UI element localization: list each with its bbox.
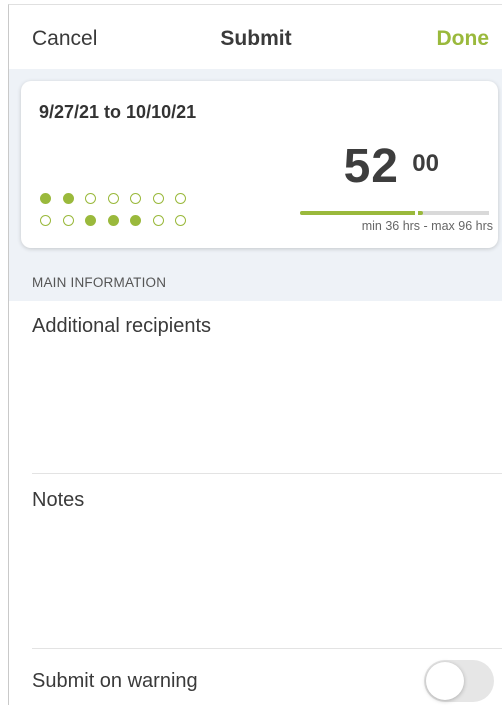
notes-field[interactable]: Notes: [32, 489, 84, 512]
hours-progress-fill: [300, 211, 423, 215]
divider: [32, 648, 502, 649]
day-dot-filled: [107, 215, 119, 226]
day-dot-empty: [152, 193, 164, 204]
page-title: Submit: [220, 27, 292, 50]
main-information-header: MAIN INFORMATION: [32, 275, 167, 290]
day-dot-filled: [130, 215, 141, 226]
week1-days: [40, 193, 186, 205]
day-dot-empty: [175, 215, 186, 226]
total-hours-decimal: 00: [412, 150, 439, 177]
day-dot-empty: [62, 215, 74, 226]
hours-progress-bar: [300, 211, 492, 215]
toggle-knob: [426, 662, 464, 700]
day-dot-empty: [130, 193, 141, 204]
day-dot-filled: [40, 193, 51, 204]
summary-section: 9/27/21 to 10/10/21 52 00 min 36 hrs - m…: [9, 69, 502, 301]
day-dot-empty: [85, 193, 96, 204]
max-hours-marker: [489, 211, 492, 215]
screen: Cancel Submit Done 9/27/21 to 10/10/21 5…: [8, 4, 502, 705]
submit-on-warning-label: Submit on warning: [32, 670, 198, 692]
date-range: 9/27/21 to 10/10/21: [39, 102, 197, 122]
done-button[interactable]: Done: [437, 27, 490, 51]
total-hours-whole: 52: [343, 140, 399, 193]
week2-days: [40, 215, 186, 227]
timesheet-summary-card[interactable]: 9/27/21 to 10/10/21 52 00 min 36 hrs - m…: [21, 81, 498, 248]
day-dot-empty: [175, 193, 186, 204]
min-hours-marker: [414, 211, 418, 215]
submit-on-warning-toggle[interactable]: [424, 660, 494, 702]
hours-range-label: min 36 hrs - max 96 hrs: [361, 219, 493, 233]
day-dot-empty: [40, 215, 51, 226]
day-dot-filled: [62, 193, 74, 204]
day-dot-empty: [107, 193, 119, 204]
additional-recipients-field[interactable]: Additional recipients: [32, 315, 211, 338]
divider: [32, 473, 502, 474]
day-dot-filled: [85, 215, 96, 226]
navigation-bar: Cancel Submit Done: [9, 5, 502, 69]
day-dot-empty: [152, 215, 164, 226]
